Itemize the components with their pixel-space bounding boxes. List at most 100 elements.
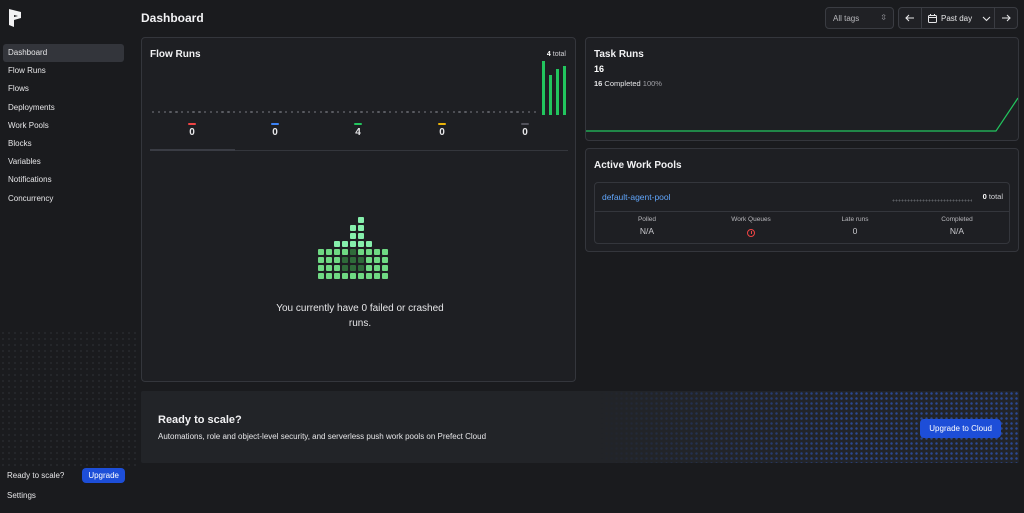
illustration-cell [358, 233, 364, 239]
timeline-dot [273, 111, 276, 114]
illustration-cell [326, 265, 332, 271]
flow-runs-card: Flow Runs 4 total 0 0 4 0 0 You currentl… [141, 37, 576, 382]
timeline-dot [296, 111, 299, 114]
timeline-dot [313, 111, 317, 114]
timeline-dot [406, 111, 409, 114]
timeline-dot [244, 111, 247, 114]
timeline-dot [533, 111, 536, 114]
task-runs-line [586, 97, 1018, 132]
pool-stat-value: N/A [639, 226, 655, 236]
timeline-dot [169, 111, 172, 114]
illustration-cell [334, 257, 340, 263]
illustration-cell [374, 249, 380, 255]
illustration-cell [350, 225, 356, 231]
sidebar-promo: Ready to scale? Upgrade [7, 468, 125, 483]
timeline-dot [279, 111, 282, 114]
timeline-dot [227, 111, 230, 114]
timeline-dot [481, 111, 484, 114]
date-prev-button[interactable] [899, 8, 921, 28]
timeline-dot [458, 111, 461, 114]
illustration-cell [358, 241, 364, 247]
state-tab-running[interactable]: 0 [260, 123, 290, 138]
tags-filter-select[interactable]: All tags ⇳ [825, 7, 894, 29]
flow-runs-bar-chart [542, 61, 568, 115]
work-pool-total-suffix: total [986, 192, 1003, 201]
timeline-dot [204, 111, 207, 114]
state-tab-failed[interactable]: 0 [177, 123, 207, 138]
illustration-cell [342, 241, 348, 247]
sidebar-item-notifications[interactable]: Notifications [3, 171, 124, 189]
state-count: 0 [439, 127, 445, 138]
sidebar-item-dashboard[interactable]: Dashboard [3, 44, 124, 62]
sidebar-item-flow-runs[interactable]: Flow Runs [3, 62, 124, 80]
prefect-logo-icon[interactable] [8, 8, 22, 28]
illustration-cell [358, 265, 364, 271]
sidebar-item-flows[interactable]: Flows [3, 80, 124, 98]
state-swatch [188, 123, 196, 125]
flow-run-bar[interactable] [549, 74, 552, 115]
work-pools-title: Active Work Pools [594, 160, 682, 171]
sidebar-item-settings[interactable]: Settings [7, 491, 36, 500]
illustration-cell [382, 249, 388, 255]
pool-stat-value: N/A [949, 226, 965, 236]
warning-circle-icon [747, 229, 755, 237]
sidebar-item-concurrency[interactable]: Concurrency [3, 190, 124, 208]
illustration-cell [342, 273, 348, 279]
tab-active-indicator [150, 149, 235, 151]
illustration-cell [318, 249, 324, 255]
state-tab-completed[interactable]: 4 [343, 123, 373, 138]
banner-title: Ready to scale? [158, 414, 242, 426]
sidebar-promo-text: Ready to scale? [7, 471, 65, 480]
state-tab-scheduled[interactable]: 0 [427, 123, 457, 138]
illustration-cell [350, 233, 356, 239]
illustration-cell [382, 265, 388, 271]
work-pool-link[interactable]: default-agent-pool [602, 192, 671, 202]
sidebar-upgrade-button[interactable]: Upgrade [82, 468, 125, 483]
task-runs-completed: 16 Completed 100% [594, 79, 662, 88]
state-tab-cancelled[interactable]: 0 [510, 123, 540, 138]
sidebar-item-variables[interactable]: Variables [3, 153, 124, 171]
sidebar-item-deployments[interactable]: Deployments [3, 99, 124, 117]
state-swatch [271, 123, 279, 125]
arrow-right-icon [1002, 14, 1011, 22]
sidebar-item-work-pools[interactable]: Work Pools [3, 117, 124, 135]
illustration-cell [342, 265, 348, 271]
sidebar-item-blocks[interactable]: Blocks [3, 135, 124, 153]
pool-stat-label: Work Queues [731, 216, 771, 223]
illustration-cell [350, 257, 356, 263]
illustration-cell [374, 257, 380, 263]
illustration-cell [366, 273, 372, 279]
pool-stat-label: Completed [941, 216, 973, 223]
timeline-dot [337, 111, 340, 114]
calendar-icon [928, 13, 937, 23]
illustration-cell [382, 273, 388, 279]
date-next-button[interactable] [995, 8, 1017, 28]
illustration-cell [358, 273, 364, 279]
pool-stat-polled: Polled N/A [595, 216, 699, 236]
illustration-cell [358, 257, 364, 263]
timeline-dot [417, 111, 421, 114]
upgrade-to-cloud-button[interactable]: Upgrade to Cloud [920, 419, 1001, 438]
flow-run-bar[interactable] [563, 66, 566, 115]
timeline-dot [527, 111, 531, 114]
timeline-dot [319, 111, 323, 114]
timeline-dot [452, 111, 456, 114]
pool-stat-value [699, 226, 803, 239]
sidebar-dot-pattern [0, 330, 140, 470]
illustration-cell [334, 265, 340, 271]
date-range-select[interactable]: Past day [922, 13, 994, 23]
illustration-cell [382, 257, 388, 263]
timeline-dot [267, 111, 271, 114]
task-runs-line-chart [586, 97, 1018, 132]
tags-filter-value: All tags [833, 13, 860, 23]
state-count: 0 [189, 127, 195, 138]
arrow-left-icon [905, 14, 914, 22]
pool-stat-late-runs: Late runs 0 [803, 216, 907, 236]
flow-run-bar[interactable] [542, 61, 545, 115]
state-swatch [521, 123, 529, 125]
timeline-dot [354, 111, 357, 114]
upgrade-banner: Ready to scale? Automations, role and ob… [141, 391, 1019, 463]
flow-run-bar[interactable] [556, 69, 559, 115]
state-count: 0 [272, 127, 278, 138]
timeline-dot [198, 111, 201, 114]
